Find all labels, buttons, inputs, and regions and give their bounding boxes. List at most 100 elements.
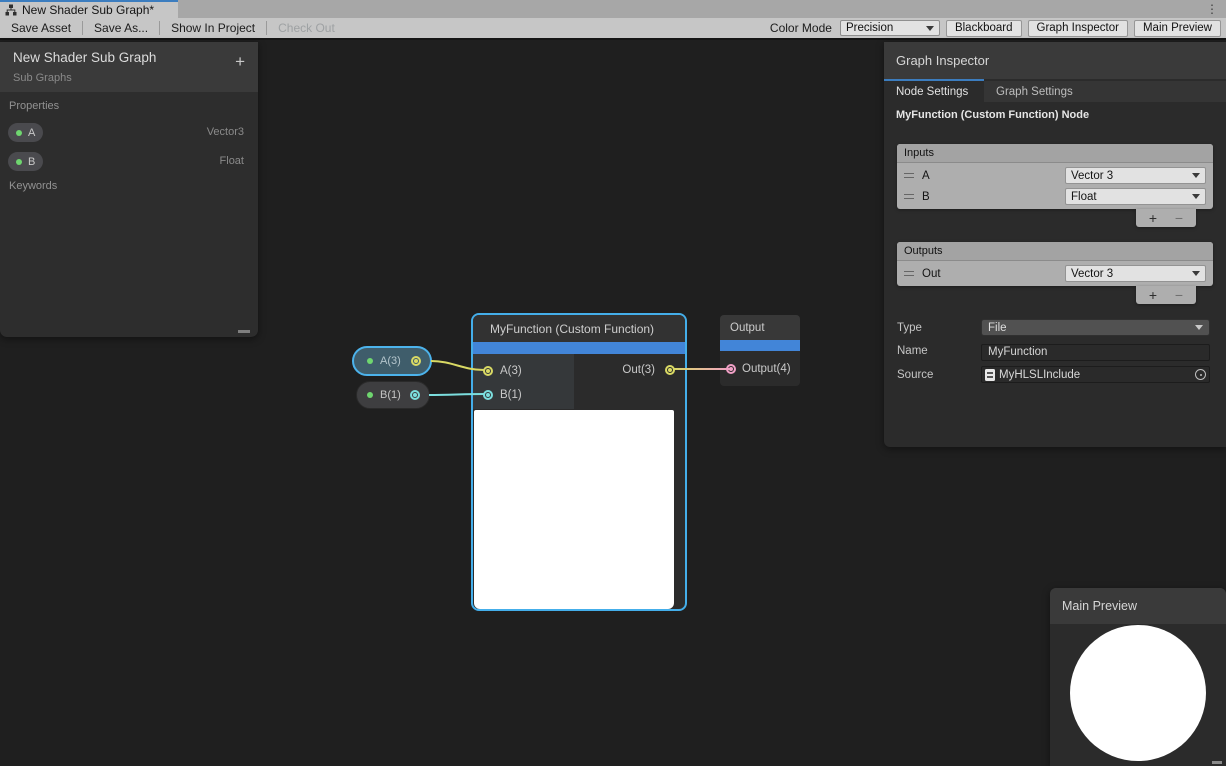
node-input-section <box>473 354 574 409</box>
property-node-a[interactable]: A(3) <box>352 346 432 376</box>
list-item[interactable]: Out Vector 3 <box>897 263 1213 284</box>
output-node[interactable]: Output Output(4) <box>720 315 800 386</box>
input-port-label-a: A(3) <box>500 365 522 377</box>
custom-function-node[interactable]: MyFunction (Custom Function) A(3) B(1) O… <box>471 313 687 611</box>
preview-sphere <box>1070 625 1206 761</box>
list-item[interactable]: A Vector 3 <box>897 165 1213 186</box>
main-preview-title[interactable]: Main Preview <box>1050 588 1226 624</box>
remove-output-button[interactable]: − <box>1166 287 1192 303</box>
input-port-a[interactable] <box>483 366 493 376</box>
drag-handle-icon[interactable] <box>904 271 914 276</box>
main-preview-panel: Main Preview <box>1050 588 1226 766</box>
outputs-list-header: Outputs <box>897 242 1213 261</box>
input-port-label-output: Output(4) <box>742 363 791 375</box>
input-type-value: Vector 3 <box>1071 170 1113 182</box>
inputs-list-footer: + − <box>1136 209 1196 227</box>
window-menu-icon[interactable]: ⋮ <box>1206 1 1218 17</box>
graph-inspector-title[interactable]: Graph Inspector <box>884 42 1226 79</box>
source-control: MyHLSLInclude <box>981 366 1210 383</box>
exposed-dot-icon <box>367 358 373 364</box>
output-type-dropdown[interactable]: Vector 3 <box>1065 265 1206 282</box>
save-as-button[interactable]: Save As... <box>83 18 159 38</box>
tab-strip: New Shader Sub Graph* ⋮ <box>0 0 1226 18</box>
main-preview-toggle-button[interactable]: Main Preview <box>1134 20 1221 37</box>
name-field[interactable] <box>981 344 1210 361</box>
property-node-label: B(1) <box>380 389 401 401</box>
remove-input-button[interactable]: − <box>1166 210 1192 226</box>
source-label: Source <box>897 366 933 383</box>
property-name: B <box>28 156 35 168</box>
node-port-area: Output(4) <box>720 351 800 386</box>
name-control <box>981 342 1210 359</box>
output-type-value: Vector 3 <box>1071 268 1113 280</box>
node-title: Output <box>720 315 800 340</box>
chevron-down-icon <box>926 26 934 31</box>
shader-graph-icon <box>5 4 17 16</box>
drag-handle-icon[interactable] <box>904 194 914 199</box>
property-pill-a[interactable]: A <box>8 123 43 142</box>
outputs-rows: Out Vector 3 <box>897 261 1213 286</box>
graph-toolbar: Save Asset Save As... Show In Project Ch… <box>0 18 1226 40</box>
input-port-label-b: B(1) <box>500 389 522 401</box>
exposed-dot-icon <box>16 159 22 165</box>
input-port-b[interactable] <box>483 390 493 400</box>
exposed-dot-icon <box>367 392 373 398</box>
graph-inspector-panel: Graph Inspector Node Settings Graph Sett… <box>884 42 1226 447</box>
check-out-button: Check Out <box>267 18 346 38</box>
port-out-vector3[interactable] <box>411 356 421 366</box>
blackboard-header[interactable]: New Shader Sub Graph Sub Graphs + <box>0 42 258 92</box>
blackboard-subtitle: Sub Graphs <box>13 72 72 84</box>
output-port-out[interactable] <box>665 365 675 375</box>
properties-section-label: Properties <box>9 100 59 112</box>
drag-handle-icon[interactable] <box>904 173 914 178</box>
inputs-rows: A Vector 3 B Float <box>897 163 1213 209</box>
add-property-button[interactable]: + <box>235 52 245 72</box>
inputs-list-box: Inputs A Vector 3 B Float <box>897 144 1213 209</box>
add-output-button[interactable]: + <box>1140 287 1166 303</box>
blackboard-resize-handle[interactable] <box>238 330 250 333</box>
preview-resize-handle[interactable] <box>1212 761 1222 764</box>
input-port-output[interactable] <box>726 364 736 374</box>
input-name: A <box>922 170 930 182</box>
inputs-list-header: Inputs <box>897 144 1213 163</box>
node-preview <box>474 410 674 609</box>
hlsl-file-icon <box>985 369 995 381</box>
input-type-dropdown[interactable]: Float <box>1065 188 1206 205</box>
input-type-dropdown[interactable]: Vector 3 <box>1065 167 1206 184</box>
type-label: Type <box>897 319 922 336</box>
property-type: Vector3 <box>207 126 244 138</box>
save-asset-button[interactable]: Save Asset <box>0 18 82 38</box>
property-pill-b[interactable]: B <box>8 152 43 171</box>
chevron-down-icon <box>1192 194 1200 199</box>
type-dropdown[interactable]: File <box>981 319 1210 336</box>
color-mode-dropdown[interactable]: Precision <box>840 20 940 36</box>
graph-inspector-toggle-button[interactable]: Graph Inspector <box>1028 20 1128 37</box>
property-type: Float <box>220 155 244 167</box>
inspector-tabs: Node Settings Graph Settings <box>884 81 1226 102</box>
tab-node-settings[interactable]: Node Settings <box>884 81 984 102</box>
tab-title: New Shader Sub Graph* <box>22 3 154 17</box>
toolbar-right-group: Color Mode Precision Blackboard Graph In… <box>770 20 1226 37</box>
exposed-dot-icon <box>16 130 22 136</box>
property-node-label: A(3) <box>380 355 401 367</box>
input-name: B <box>922 191 930 203</box>
property-node-b[interactable]: B(1) <box>356 381 430 409</box>
port-out-float[interactable] <box>410 390 420 400</box>
color-mode-label: Color Mode <box>770 21 832 35</box>
show-in-project-button[interactable]: Show In Project <box>160 18 266 38</box>
list-item[interactable]: B Float <box>897 186 1213 207</box>
add-input-button[interactable]: + <box>1140 210 1166 226</box>
property-name: A <box>28 127 35 139</box>
shader-graph-window: New Shader Sub Graph* ⋮ Save Asset Save … <box>0 0 1226 766</box>
tab-graph-settings[interactable]: Graph Settings <box>984 81 1085 102</box>
input-type-value: Float <box>1071 191 1097 203</box>
output-name: Out <box>922 268 941 280</box>
tab-new-shader-sub-graph[interactable]: New Shader Sub Graph* <box>0 0 178 18</box>
source-object-field[interactable]: MyHLSLInclude <box>981 366 1210 383</box>
blackboard-toggle-button[interactable]: Blackboard <box>946 20 1022 37</box>
color-mode-value: Precision <box>846 22 893 34</box>
blackboard-panel: New Shader Sub Graph Sub Graphs + Proper… <box>0 42 258 337</box>
inputs-list: Inputs A Vector 3 B Float <box>897 144 1213 209</box>
object-picker-icon[interactable] <box>1195 369 1206 380</box>
outputs-list: Outputs Out Vector 3 + − <box>897 242 1213 286</box>
